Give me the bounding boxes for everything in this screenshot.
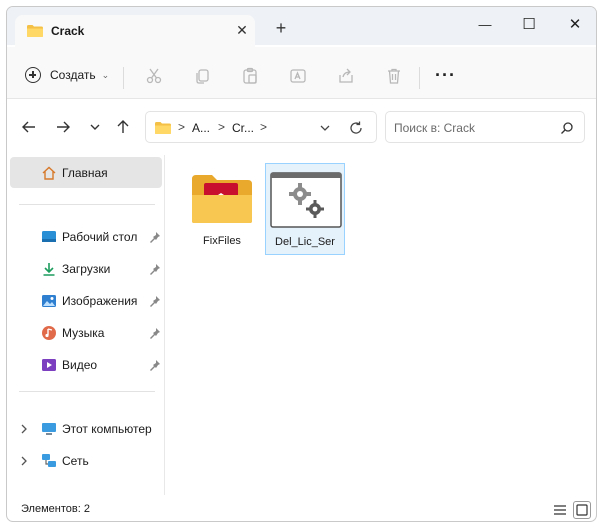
new-tab-button[interactable]: +	[271, 19, 291, 39]
forward-button[interactable]	[53, 117, 73, 137]
plus-circle-icon	[25, 67, 41, 83]
pictures-icon	[41, 293, 57, 309]
chevron-down-icon[interactable]	[318, 121, 332, 138]
sidebar-item-pictures[interactable]: Изображения	[7, 287, 165, 315]
share-icon[interactable]	[337, 67, 355, 85]
tab-crack[interactable]: Crack ✕	[15, 15, 255, 47]
file-item-del-lic-ser[interactable]: Del_Lic_Ser	[265, 163, 345, 255]
sidebar-item-label: Загрузки	[62, 262, 111, 276]
sidebar-item-music[interactable]: Музыка	[7, 319, 165, 347]
folder-icon	[154, 121, 172, 138]
toolbar-separator	[419, 67, 420, 89]
sidebar-item-label: Этот компьютер	[62, 422, 152, 436]
command-bar: Создать ⌄ ···	[7, 47, 596, 99]
status-bar: Элементов: 2	[7, 497, 596, 521]
minimize-button[interactable]: —	[473, 15, 497, 35]
sidebar-item-video[interactable]: Видео	[7, 351, 165, 379]
create-button[interactable]: Создать ⌄	[25, 65, 109, 85]
sidebar-item-downloads[interactable]: Загрузки	[7, 255, 165, 283]
home-icon	[41, 165, 57, 181]
breadcrumb-separator: >	[218, 120, 226, 134]
delete-icon[interactable]	[385, 67, 403, 85]
sidebar-item-label: Сеть	[62, 454, 89, 468]
breadcrumb-item[interactable]: A...	[192, 121, 210, 135]
folder-icon	[26, 24, 44, 41]
pin-icon[interactable]	[149, 263, 161, 275]
chevron-right-icon[interactable]	[19, 455, 29, 467]
sidebar-item-home-content[interactable]: Главная	[7, 159, 165, 187]
music-icon	[41, 325, 57, 341]
address-bar[interactable]: > A... > Cr... >	[145, 111, 377, 143]
network-icon	[41, 453, 57, 469]
pin-icon[interactable]	[149, 231, 161, 243]
paste-icon[interactable]	[241, 67, 259, 85]
downloads-icon	[41, 261, 57, 277]
file-name: FixFiles	[203, 235, 241, 247]
pin-icon[interactable]	[149, 327, 161, 339]
search-box[interactable]: Поиск в: Crack	[385, 111, 585, 143]
pin-icon[interactable]	[149, 359, 161, 371]
sidebar-item-label: Видео	[62, 358, 98, 372]
breadcrumb-separator: >	[260, 120, 268, 134]
breadcrumb-item[interactable]: Cr...	[232, 121, 254, 135]
sidebar-item-label: Главная	[62, 166, 108, 180]
chevron-down-icon: ⌄	[101, 69, 110, 80]
rename-icon[interactable]	[289, 67, 307, 85]
navigation-pane: Главная Рабочий стол Загрузки Изображени…	[7, 155, 165, 495]
video-icon	[41, 357, 57, 373]
up-button[interactable]	[113, 117, 133, 137]
large-icons-view-icon[interactable]	[573, 501, 591, 519]
search-placeholder: Поиск в: Crack	[394, 121, 475, 135]
close-window-button[interactable]: ✕	[563, 15, 587, 35]
file-name: Del_Lic_Ser	[275, 236, 335, 248]
file-item-fixfiles[interactable]: FixFiles	[182, 163, 262, 255]
back-button[interactable]	[19, 117, 39, 137]
sidebar-item-label: Изображения	[62, 294, 138, 308]
search-icon	[560, 121, 574, 138]
chevron-right-icon[interactable]	[19, 423, 29, 435]
sidebar-divider	[19, 391, 155, 392]
more-options-icon[interactable]: ···	[435, 65, 456, 86]
sidebar-item-this-pc[interactable]: Этот компьютер	[7, 415, 165, 443]
breadcrumb-separator: >	[178, 120, 186, 134]
sidebar-divider	[19, 204, 155, 205]
details-view-icon[interactable]	[553, 503, 567, 517]
create-label: Создать	[50, 68, 96, 82]
recent-locations-button[interactable]	[85, 117, 105, 137]
pin-icon[interactable]	[149, 295, 161, 307]
item-count: Элементов: 2	[21, 503, 90, 515]
copy-icon[interactable]	[193, 67, 211, 85]
folder-icon	[190, 173, 254, 228]
sidebar-item-network[interactable]: Сеть	[7, 447, 165, 475]
sidebar-item-label: Музыка	[62, 326, 105, 340]
title-bar: Crack ✕ + — ☐ ✕	[7, 7, 596, 47]
sidebar-item-desktop[interactable]: Рабочий стол	[7, 223, 165, 251]
maximize-button[interactable]: ☐	[517, 15, 541, 35]
tab-title: Crack	[51, 24, 85, 38]
desktop-icon	[41, 229, 57, 245]
close-tab-icon[interactable]: ✕	[233, 21, 251, 39]
application-icon	[270, 172, 342, 231]
computer-icon	[41, 421, 57, 437]
cut-icon[interactable]	[145, 67, 163, 85]
refresh-icon[interactable]	[348, 120, 364, 139]
toolbar-separator	[123, 67, 124, 89]
sidebar-item-label: Рабочий стол	[62, 230, 138, 244]
explorer-window: Crack ✕ + — ☐ ✕ Создать ⌄ ··· > A... > C…	[6, 6, 597, 522]
